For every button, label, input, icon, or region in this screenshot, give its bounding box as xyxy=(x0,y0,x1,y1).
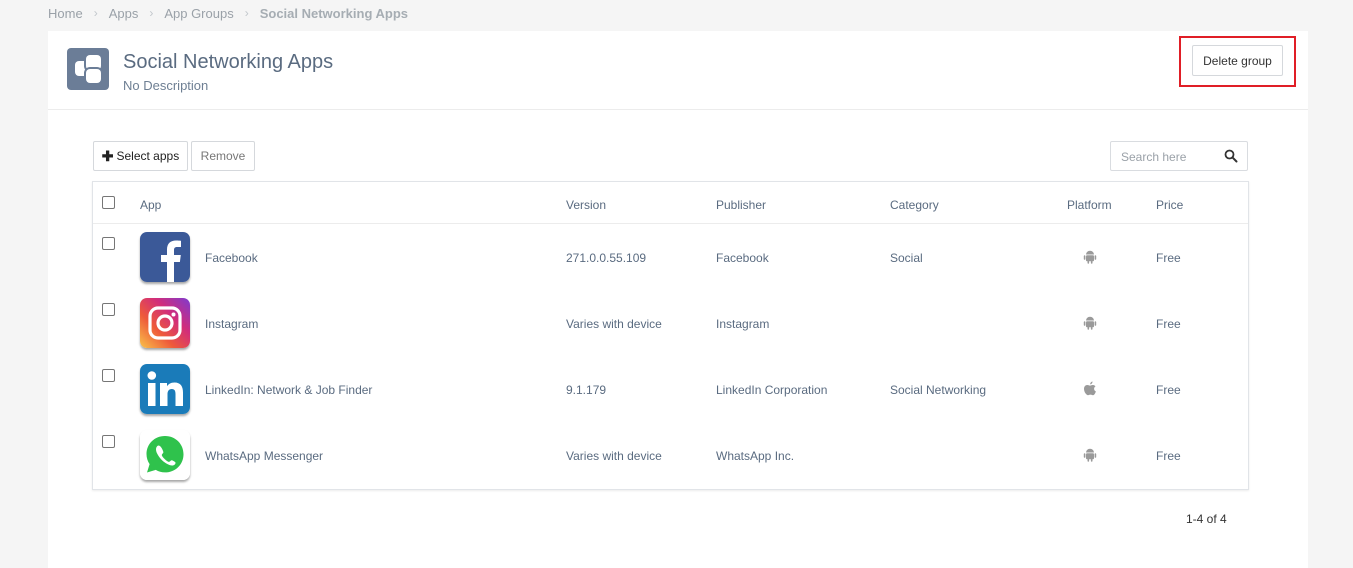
delete-group-button[interactable]: Delete group xyxy=(1192,45,1283,76)
breadcrumb: Home › Apps › App Groups › Social Networ… xyxy=(48,4,408,22)
select-apps-button[interactable]: ✚ Select apps xyxy=(93,141,188,171)
app-name[interactable]: Instagram xyxy=(205,317,258,331)
search-icon[interactable] xyxy=(1224,149,1238,163)
table-row[interactable]: Facebook 271.0.0.55.109 Facebook Social … xyxy=(93,224,1248,290)
breadcrumb-app-groups[interactable]: App Groups xyxy=(164,6,233,21)
table-row[interactable]: Instagram Varies with device Instagram F… xyxy=(93,290,1248,356)
search-box xyxy=(1110,141,1248,171)
column-header-publisher[interactable]: Publisher xyxy=(716,198,766,212)
select-apps-label: Select apps xyxy=(116,149,180,163)
column-header-platform[interactable]: Platform xyxy=(1067,198,1112,212)
breadcrumb-home[interactable]: Home xyxy=(48,6,83,21)
pagination-summary: 1-4 of 4 xyxy=(1186,512,1227,526)
remove-button[interactable]: Remove xyxy=(191,141,255,171)
table-row[interactable]: WhatsApp Messenger Varies with device Wh… xyxy=(93,422,1248,488)
row-checkbox[interactable] xyxy=(102,435,115,448)
breadcrumb-apps[interactable]: Apps xyxy=(109,6,139,21)
column-header-price[interactable]: Price xyxy=(1156,198,1183,212)
app-name[interactable]: WhatsApp Messenger xyxy=(205,449,323,463)
app-version: 271.0.0.55.109 xyxy=(566,251,647,265)
page-title: Social Networking Apps xyxy=(123,51,334,73)
app-publisher: Facebook xyxy=(716,251,769,265)
app-publisher: LinkedIn Corporation xyxy=(716,383,828,397)
instagram-logo-icon xyxy=(140,298,190,348)
apps-table: App Version Publisher Category Platform … xyxy=(92,181,1249,490)
android-icon xyxy=(1083,448,1097,462)
app-version: Varies with device xyxy=(566,317,662,331)
group-description: No Description xyxy=(123,78,209,93)
app-name[interactable]: LinkedIn: Network & Job Finder xyxy=(205,383,372,397)
app-price: Free xyxy=(1156,449,1181,463)
app-publisher: WhatsApp Inc. xyxy=(716,449,795,463)
app-name[interactable]: Facebook xyxy=(205,251,258,265)
app-publisher: Instagram xyxy=(716,317,770,331)
group-header: Social Networking Apps No Description De… xyxy=(48,31,1308,110)
app-version: 9.1.179 xyxy=(566,383,607,397)
row-checkbox[interactable] xyxy=(102,303,115,316)
apple-icon xyxy=(1084,381,1096,396)
chevron-right-icon: › xyxy=(93,6,98,20)
app-price: Free xyxy=(1156,317,1181,331)
android-icon xyxy=(1083,250,1097,264)
column-header-category[interactable]: Category xyxy=(890,198,939,212)
plus-icon: ✚ xyxy=(101,147,114,164)
chevron-right-icon: › xyxy=(244,6,249,20)
breadcrumb-current: Social Networking Apps xyxy=(259,5,409,21)
table-header: App Version Publisher Category Platform … xyxy=(93,182,1248,224)
app-version: Varies with device xyxy=(566,449,662,463)
whatsapp-logo-icon xyxy=(140,430,190,480)
android-icon xyxy=(1083,316,1097,330)
linkedin-logo-icon xyxy=(140,364,190,414)
table-row[interactable]: LinkedIn: Network & Job Finder 9.1.179 L… xyxy=(93,356,1248,422)
row-checkbox[interactable] xyxy=(102,237,115,250)
app-group-icon xyxy=(67,48,109,90)
chevron-right-icon: › xyxy=(149,6,154,20)
column-header-version[interactable]: Version xyxy=(566,198,606,212)
app-price: Free xyxy=(1156,251,1181,265)
group-card: Social Networking Apps No Description De… xyxy=(48,31,1308,568)
column-header-app[interactable]: App xyxy=(140,198,161,212)
row-checkbox[interactable] xyxy=(102,369,115,382)
app-price: Free xyxy=(1156,383,1181,397)
facebook-logo-icon xyxy=(140,232,190,282)
app-category: Social Networking xyxy=(890,383,987,397)
select-all-checkbox[interactable] xyxy=(102,196,115,209)
search-input[interactable] xyxy=(1121,148,1221,166)
app-category: Social xyxy=(890,251,923,265)
